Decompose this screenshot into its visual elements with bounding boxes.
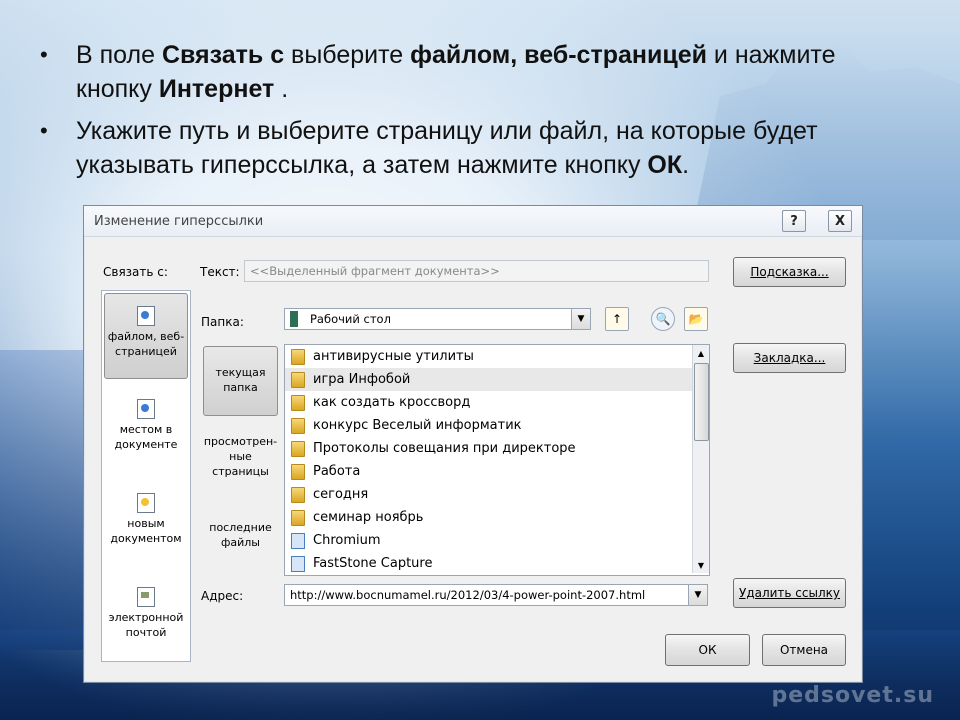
link-to-label: Связать с: bbox=[103, 265, 168, 279]
text-label: Текст: bbox=[200, 265, 240, 279]
bullet-1: • В поле Связать с выберите файлом, веб-… bbox=[40, 38, 890, 106]
scroll-down-icon[interactable]: ▼ bbox=[693, 557, 709, 573]
folder-icon bbox=[291, 348, 305, 365]
list-item[interactable]: игра Инфобой bbox=[285, 368, 709, 391]
new-document-icon bbox=[137, 493, 155, 513]
chevron-down-icon[interactable]: ▼ bbox=[688, 585, 707, 605]
look-in-bar: текущая папка просмотрен-ные страницы по… bbox=[203, 344, 278, 574]
list-item[interactable]: конкурс Веселый информатик bbox=[285, 414, 709, 437]
list-item[interactable]: антивирусные утилиты bbox=[285, 345, 709, 368]
list-item[interactable]: как создать кроссворд bbox=[285, 391, 709, 414]
scroll-up-icon[interactable]: ▲ bbox=[693, 345, 709, 361]
shortcut-icon bbox=[291, 532, 305, 549]
bookmark-button[interactable]: Закладка... bbox=[733, 343, 846, 373]
address-field[interactable]: http://www.bocnumamel.ru/2012/03/4-power… bbox=[284, 584, 708, 606]
chevron-down-icon[interactable]: ▼ bbox=[571, 309, 590, 329]
look-in-browsed-pages[interactable]: просмотрен-ные страницы bbox=[203, 434, 278, 479]
link-to-bar: файлом, веб-страницей местом в документе… bbox=[101, 290, 191, 662]
link-option-place-in-document[interactable]: местом в документе bbox=[104, 399, 188, 452]
bullet-dot: • bbox=[40, 118, 48, 143]
list-item[interactable]: семинар ноябрь bbox=[285, 506, 709, 529]
browse-file-icon[interactable]: 📂 bbox=[684, 307, 708, 331]
bullet-dot: • bbox=[40, 42, 48, 67]
help-button[interactable]: ? bbox=[782, 210, 806, 232]
folder-label: Папка: bbox=[201, 315, 244, 329]
list-item[interactable]: Протоколы совещания при директоре bbox=[285, 437, 709, 460]
slide-text: • В поле Связать с выберите файлом, веб-… bbox=[40, 38, 890, 190]
desktop-icon bbox=[290, 311, 298, 327]
close-button[interactable]: X bbox=[828, 210, 852, 232]
scroll-thumb[interactable] bbox=[694, 363, 709, 441]
list-item[interactable]: Chromium bbox=[285, 529, 709, 552]
file-list: антивирусные утилиты игра Инфобой как со… bbox=[284, 344, 710, 576]
folder-icon bbox=[291, 394, 305, 411]
ok-button[interactable]: ОК bbox=[665, 634, 750, 666]
edit-hyperlink-dialog: Изменение гиперссылки ? X Связать с: фай… bbox=[83, 205, 863, 683]
link-option-new-document[interactable]: новым документом bbox=[104, 493, 188, 546]
browse-web-icon[interactable]: 🔍 bbox=[651, 307, 675, 331]
web-page-icon bbox=[137, 306, 155, 326]
file-list-scrollbar[interactable]: ▲ ▼ bbox=[692, 345, 709, 573]
bullet-2: • Укажите путь и выберите страницу или ф… bbox=[40, 114, 890, 182]
folder-icon bbox=[291, 417, 305, 434]
watermark: pedsovet.su bbox=[771, 683, 934, 708]
dialog-titlebar: Изменение гиперссылки bbox=[84, 206, 862, 237]
list-item[interactable]: сегодня bbox=[285, 483, 709, 506]
address-label: Адрес: bbox=[201, 589, 244, 603]
shortcut-icon bbox=[291, 555, 305, 572]
folder-icon bbox=[291, 486, 305, 503]
link-option-email[interactable]: электронной почтой bbox=[104, 587, 188, 640]
link-option-web-page[interactable]: файлом, веб-страницей bbox=[104, 293, 188, 379]
dialog-title: Изменение гиперссылки bbox=[94, 213, 264, 229]
list-item[interactable]: FastStone Capture bbox=[285, 552, 709, 575]
place-in-document-icon bbox=[137, 399, 155, 419]
remove-link-button[interactable]: Удалить ссылку bbox=[733, 578, 846, 608]
email-icon bbox=[137, 587, 155, 607]
list-item[interactable]: Работа bbox=[285, 460, 709, 483]
up-folder-icon[interactable]: ↑ bbox=[605, 307, 629, 331]
folder-select[interactable]: Рабочий стол ▼ bbox=[284, 308, 591, 330]
folder-icon bbox=[291, 509, 305, 526]
folder-icon bbox=[291, 463, 305, 480]
look-in-current-folder[interactable]: текущая папка bbox=[203, 346, 278, 416]
text-field[interactable]: <<Выделенный фрагмент документа>> bbox=[244, 260, 709, 282]
cancel-button[interactable]: Отмена bbox=[762, 634, 846, 666]
folder-icon bbox=[291, 440, 305, 457]
folder-icon bbox=[291, 371, 305, 388]
look-in-recent-files[interactable]: последние файлы bbox=[203, 520, 278, 550]
tooltip-button[interactable]: Подсказка... bbox=[733, 257, 846, 287]
